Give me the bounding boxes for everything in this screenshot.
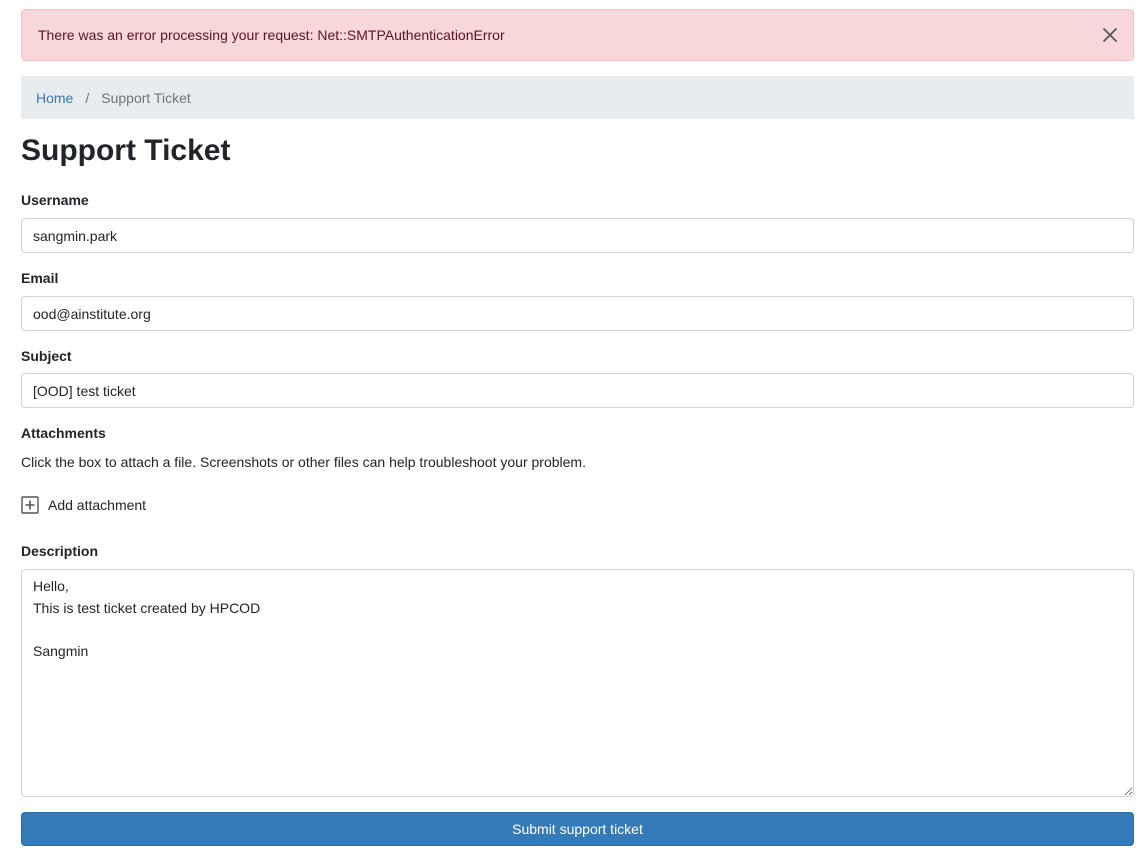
- username-label: Username: [21, 192, 89, 208]
- username-field[interactable]: [21, 218, 1134, 253]
- attachments-label: Attachments: [21, 425, 106, 441]
- error-alert: There was an error processing your reque…: [21, 9, 1134, 61]
- submit-support-ticket-button[interactable]: Submit support ticket: [21, 812, 1134, 846]
- breadcrumb-current: Support Ticket: [101, 89, 191, 106]
- breadcrumb: Home / Support Ticket: [21, 76, 1134, 119]
- email-field[interactable]: [21, 296, 1134, 331]
- error-alert-message: There was an error processing your reque…: [38, 27, 505, 43]
- add-attachment-label: Add attachment: [48, 497, 147, 513]
- breadcrumb-home-link[interactable]: Home: [36, 90, 73, 106]
- support-ticket-page: There was an error processing your reque…: [0, 0, 1145, 859]
- breadcrumb-separator: /: [85, 89, 90, 106]
- description-textarea[interactable]: Hello, This is test ticket created by HP…: [21, 569, 1134, 797]
- attachments-help-text: Click the box to attach a file. Screensh…: [21, 454, 586, 470]
- add-attachment-button[interactable]: Add attachment: [21, 496, 146, 514]
- subject-label: Subject: [21, 348, 72, 364]
- description-label: Description: [21, 543, 99, 559]
- email-label: Email: [21, 270, 59, 286]
- subject-field[interactable]: [21, 373, 1134, 408]
- close-icon[interactable]: [1099, 24, 1121, 46]
- page-title: Support Ticket: [21, 134, 231, 167]
- plus-square-icon: [21, 496, 39, 514]
